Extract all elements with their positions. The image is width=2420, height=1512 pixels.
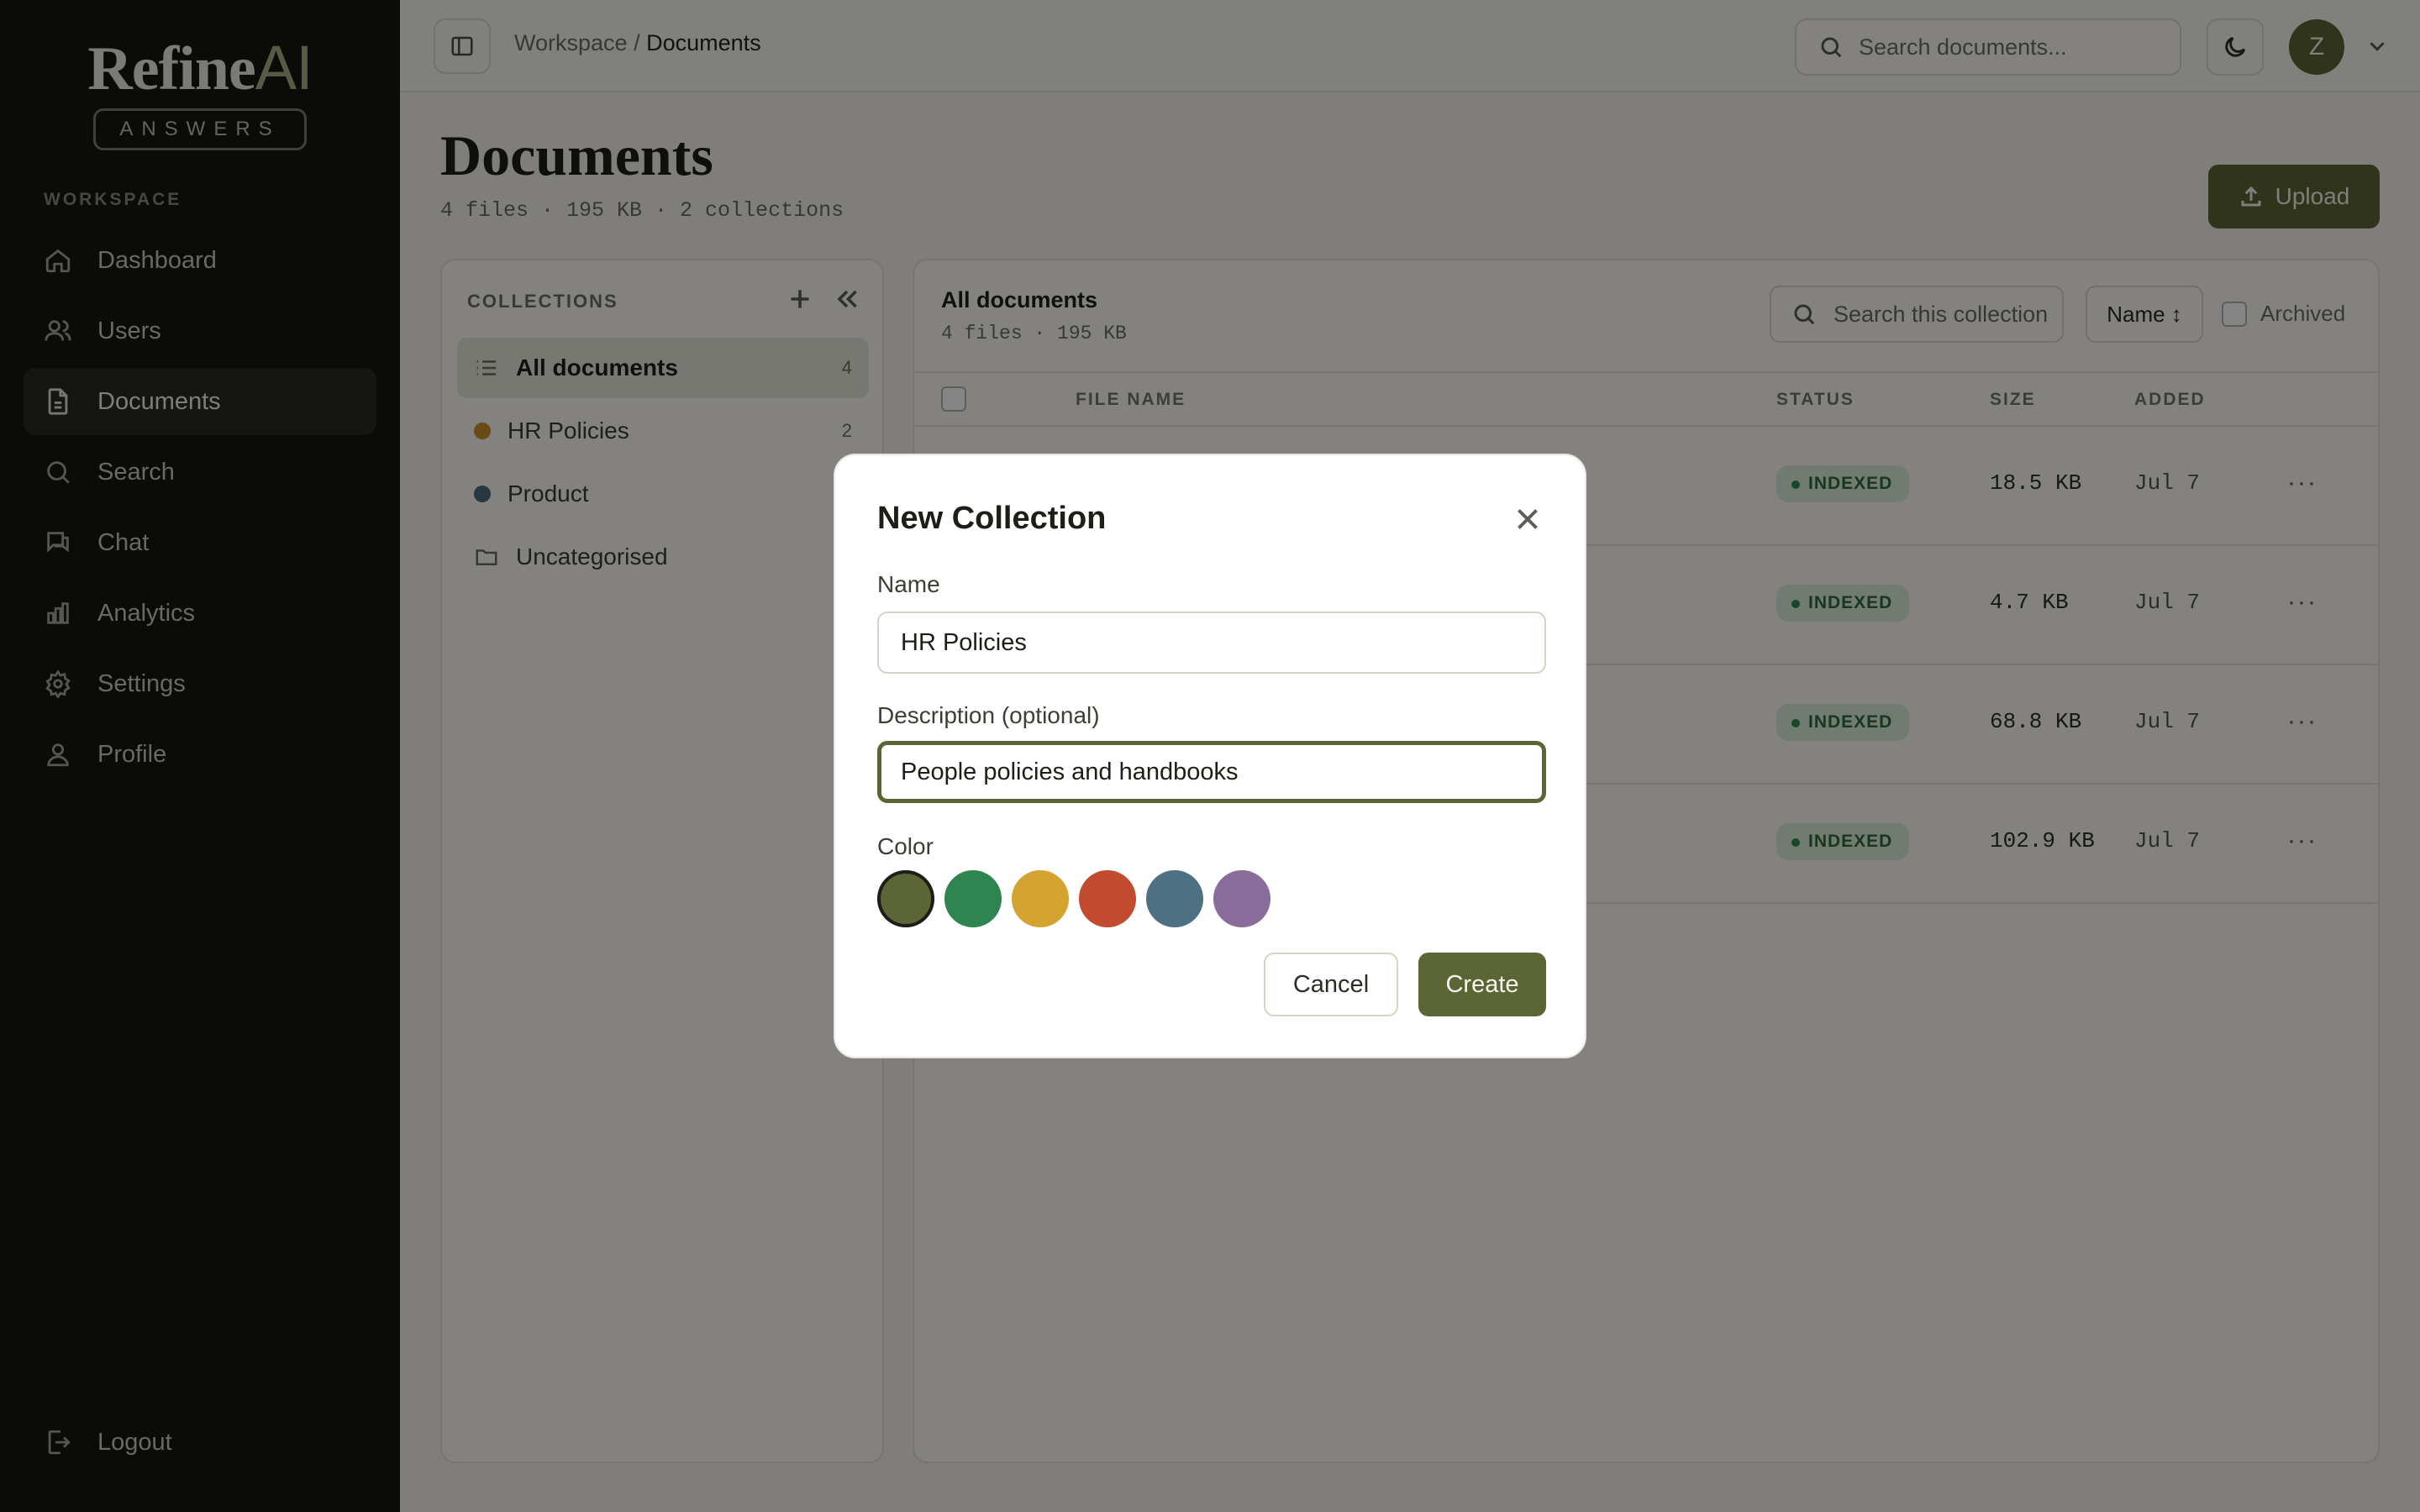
color-swatch-olive[interactable] [877, 870, 934, 927]
dialog-title: New Collection [877, 501, 1107, 536]
name-label: Name [877, 571, 940, 597]
description-label: Description (optional) [877, 702, 1100, 728]
name-field[interactable]: HR Policies [877, 612, 1546, 674]
color-picker [877, 870, 1281, 927]
close-icon[interactable] [1512, 504, 1543, 534]
color-swatch-purple[interactable] [1213, 870, 1270, 927]
color-swatch-green[interactable] [944, 870, 1002, 927]
color-swatch-slate[interactable] [1146, 870, 1203, 927]
description-field[interactable]: People policies and handbooks [877, 741, 1546, 803]
color-swatch-amber[interactable] [1012, 870, 1069, 927]
color-label: Color [877, 833, 934, 859]
create-button[interactable]: Create [1418, 953, 1546, 1016]
cancel-button[interactable]: Cancel [1264, 953, 1398, 1016]
color-swatch-red[interactable] [1079, 870, 1136, 927]
new-collection-dialog: New Collection Name HR Policies Descript… [834, 454, 1586, 1058]
